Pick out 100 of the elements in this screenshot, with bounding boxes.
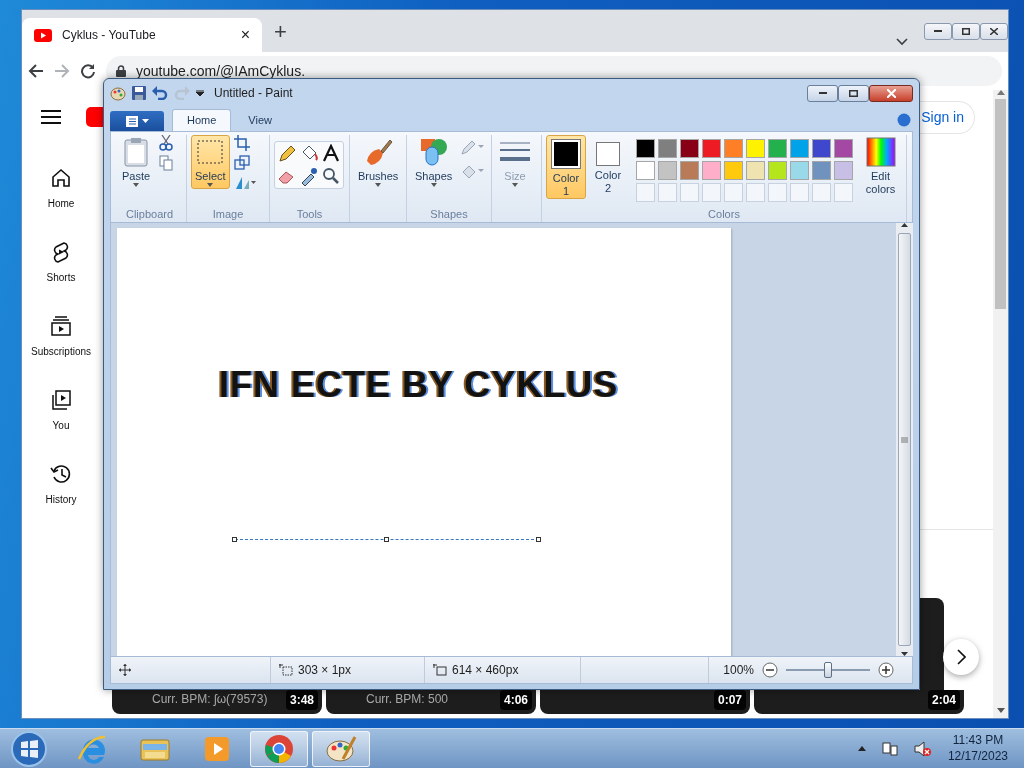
palette-swatch[interactable] bbox=[636, 139, 655, 158]
dropdown-caret-icon bbox=[375, 182, 382, 187]
color-slot-button[interactable]: Color 1 bbox=[546, 135, 586, 200]
taskbar-button[interactable] bbox=[312, 730, 370, 767]
minimize-button[interactable] bbox=[924, 22, 952, 40]
clipboard-icon bbox=[121, 137, 151, 167]
grip-icon bbox=[901, 436, 908, 443]
magnifier-icon[interactable] bbox=[321, 166, 341, 186]
color-picker-icon[interactable] bbox=[299, 166, 319, 186]
menu-icon[interactable] bbox=[41, 109, 61, 125]
zoom-slider-thumb[interactable] bbox=[824, 662, 832, 678]
start-button-icon[interactable] bbox=[10, 729, 48, 768]
rotate-icon[interactable] bbox=[233, 175, 256, 191]
sidebar-item[interactable]: Subscriptions bbox=[22, 292, 100, 366]
palette-swatch[interactable] bbox=[812, 139, 831, 158]
text-tool-icon[interactable] bbox=[321, 144, 341, 164]
shapes-button[interactable]: Shapes bbox=[411, 135, 457, 189]
palette-swatch[interactable] bbox=[636, 161, 655, 180]
palette-swatch[interactable] bbox=[680, 139, 699, 158]
clock-time[interactable]: 11:43 PM bbox=[947, 732, 1008, 749]
document-icon bbox=[125, 115, 138, 127]
image-size-icon bbox=[433, 664, 447, 676]
palette-swatch[interactable] bbox=[812, 161, 831, 180]
palette-swatch[interactable] bbox=[746, 161, 765, 180]
new-tab-button[interactable]: + bbox=[274, 15, 287, 48]
palette-swatch[interactable] bbox=[834, 139, 853, 158]
minimize-button[interactable] bbox=[807, 84, 838, 102]
next-button[interactable] bbox=[943, 639, 979, 675]
copy-icon[interactable] bbox=[159, 155, 173, 171]
minimize-icon bbox=[934, 30, 942, 32]
palette-swatch[interactable] bbox=[746, 139, 765, 158]
close-button[interactable] bbox=[980, 22, 1008, 40]
video-thumbnail-image[interactable] bbox=[920, 598, 944, 690]
sidebar-item[interactable]: History bbox=[22, 440, 100, 514]
select-button[interactable]: Select bbox=[191, 135, 230, 189]
canvas-text: IFN ECTE BY CYKLUS bbox=[219, 363, 619, 407]
maximize-button[interactable] bbox=[952, 22, 980, 40]
pencil-icon[interactable] bbox=[277, 144, 297, 164]
palette-swatch[interactable] bbox=[768, 161, 787, 180]
palette-swatch[interactable] bbox=[680, 161, 699, 180]
browser-tab[interactable]: Cyklus - YouTube × bbox=[22, 18, 262, 52]
video-thumbnail[interactable]: Curr. BPM: ʃω(79573) 3:48 bbox=[112, 690, 322, 714]
back-arrow-icon[interactable] bbox=[28, 63, 44, 79]
chevron-down-icon[interactable] bbox=[896, 38, 908, 46]
taskbar-button[interactable] bbox=[250, 730, 308, 767]
sidebar-item[interactable]: Home bbox=[22, 144, 100, 218]
edit-colors-button[interactable]: Edit colors bbox=[859, 135, 902, 198]
selection-outline[interactable] bbox=[235, 539, 539, 541]
palette-swatch[interactable] bbox=[724, 161, 743, 180]
tray-up-arrow-icon[interactable] bbox=[857, 746, 866, 751]
palette-swatch[interactable] bbox=[658, 161, 677, 180]
palette-swatch[interactable] bbox=[658, 139, 677, 158]
dropdown-caret-icon[interactable] bbox=[196, 90, 204, 96]
close-icon bbox=[886, 88, 896, 98]
ribbon-tab[interactable]: View bbox=[233, 109, 287, 131]
paste-button[interactable]: Paste bbox=[117, 135, 155, 189]
scrollbar-thumb[interactable] bbox=[898, 233, 911, 646]
chrome-logo-icon bbox=[263, 732, 295, 765]
network-icon[interactable] bbox=[881, 740, 898, 757]
paint-menu-button[interactable] bbox=[110, 111, 164, 131]
ribbon-tab[interactable]: Home bbox=[172, 109, 232, 131]
brushes-button[interactable]: Brushes bbox=[354, 135, 403, 189]
move-cursor-icon bbox=[119, 664, 131, 676]
palette-swatch[interactable] bbox=[768, 139, 787, 158]
reload-icon[interactable] bbox=[80, 63, 96, 79]
palette-swatch[interactable] bbox=[724, 139, 743, 158]
canvas-scrollbar[interactable] bbox=[896, 223, 913, 656]
maximize-button[interactable] bbox=[838, 84, 869, 102]
dropdown-caret-icon bbox=[512, 182, 518, 187]
resize-icon[interactable] bbox=[233, 155, 250, 171]
palette-swatch[interactable] bbox=[702, 139, 721, 158]
tab-close-button[interactable]: × bbox=[240, 23, 250, 47]
video-thumbnail[interactable]: 2:04 bbox=[754, 690, 964, 714]
palette-swatch[interactable] bbox=[790, 139, 809, 158]
clock-date[interactable]: 12/17/2023 bbox=[947, 748, 1008, 765]
save-icon[interactable] bbox=[132, 86, 146, 100]
palette-swatch[interactable] bbox=[702, 161, 721, 180]
color-slot-button[interactable]: Color 2 bbox=[588, 135, 628, 197]
video-thumbnail[interactable]: 0:07 bbox=[540, 690, 750, 714]
crop-icon[interactable] bbox=[233, 135, 250, 151]
video-thumbnail[interactable]: Curr. BPM: 500 4:06 bbox=[326, 690, 536, 714]
speaker-muted-icon[interactable] bbox=[913, 740, 932, 757]
dropdown-caret-icon bbox=[133, 182, 139, 187]
page-scrollbar[interactable] bbox=[993, 90, 1008, 718]
forward-arrow-icon[interactable] bbox=[54, 63, 70, 79]
undo-icon[interactable] bbox=[152, 86, 168, 100]
sidebar-item[interactable]: You bbox=[22, 366, 100, 440]
sidebar-label: Home bbox=[47, 197, 75, 211]
logo-icon[interactable] bbox=[86, 107, 103, 127]
palette-swatch[interactable] bbox=[790, 161, 809, 180]
zoom-out-icon[interactable] bbox=[762, 662, 778, 678]
group-label: Clipboard bbox=[124, 207, 175, 222]
zoom-in-icon[interactable] bbox=[878, 662, 894, 678]
palette-swatch[interactable] bbox=[834, 161, 853, 180]
scrollbar-thumb[interactable] bbox=[995, 99, 1006, 309]
close-button[interactable] bbox=[869, 84, 913, 102]
sidebar-item[interactable]: Shorts bbox=[22, 218, 100, 292]
scissors-icon[interactable] bbox=[159, 135, 173, 151]
drawing-canvas[interactable]: IFN ECTE BY CYKLUS bbox=[117, 228, 731, 656]
shapes-icon bbox=[418, 137, 449, 167]
